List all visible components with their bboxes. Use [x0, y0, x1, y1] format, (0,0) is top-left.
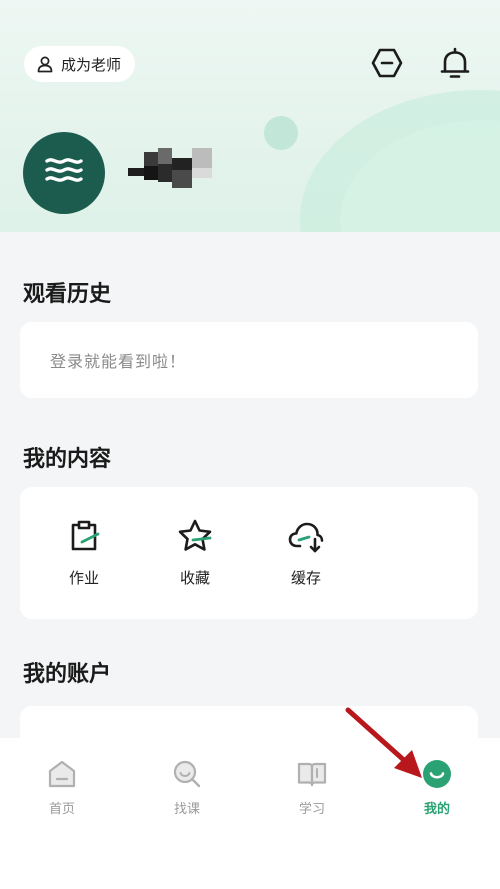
download-cache-button[interactable]: 缓存	[266, 517, 346, 588]
history-title: 观看历史	[23, 282, 112, 307]
download-cloud-icon	[288, 522, 324, 553]
annotation-arrow-icon	[345, 707, 422, 778]
header-decoration-dot	[264, 116, 298, 150]
brand-waves-icon	[45, 158, 83, 182]
tab-study-label: 学习	[298, 802, 325, 817]
bell-icon[interactable]	[438, 46, 472, 80]
tab-find-course[interactable]: 找课	[147, 758, 227, 817]
avatar[interactable]	[23, 132, 105, 214]
tab-find-course-label: 找课	[173, 802, 200, 817]
book-icon	[297, 762, 327, 787]
settings-icon[interactable]	[370, 46, 404, 80]
favorites-label: 收藏	[179, 569, 210, 587]
tab-home-label: 首页	[48, 802, 75, 817]
download-cache-label: 缓存	[290, 569, 321, 587]
history-card[interactable]: 登录就能看到啦！	[20, 322, 478, 398]
username-pixelated	[126, 148, 214, 190]
person-icon	[37, 56, 53, 73]
become-teacher-label: 成为老师	[61, 55, 122, 74]
home-icon	[48, 760, 76, 788]
tab-home[interactable]: 首页	[22, 758, 102, 817]
homework-button[interactable]: 作业	[44, 517, 124, 588]
become-teacher-button[interactable]: 成为老师	[24, 46, 136, 82]
favorites-button[interactable]: 收藏	[155, 517, 235, 588]
my-content-card: 作业 收藏 缓存	[20, 487, 478, 619]
tab-mine-label: 我的	[423, 802, 450, 817]
homework-label: 作业	[68, 569, 99, 587]
favorites-star-icon	[178, 519, 212, 551]
search-course-icon	[173, 760, 201, 788]
my-account-title: 我的账户	[23, 662, 112, 687]
profile-header: 成为老师	[0, 0, 500, 232]
homework-icon	[71, 520, 100, 551]
my-content-title: 我的内容	[23, 447, 112, 472]
history-empty-text: 登录就能看到啦！	[50, 352, 187, 371]
